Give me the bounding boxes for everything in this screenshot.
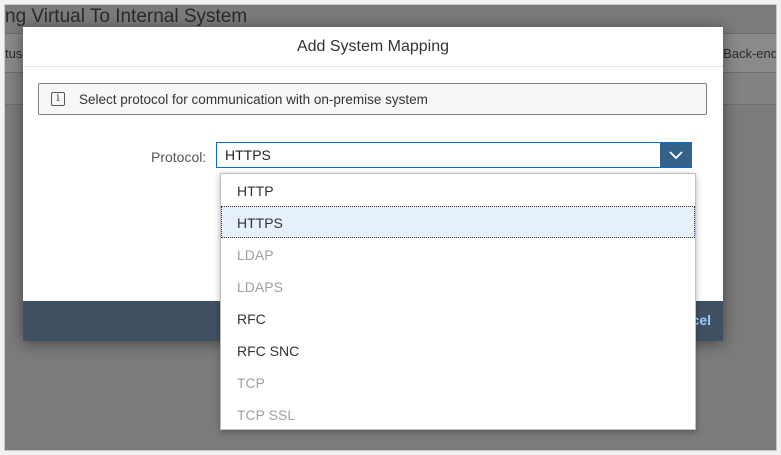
info-message-text: Select protocol for communication with o… — [79, 91, 428, 107]
background-column-status: tus — [5, 46, 23, 61]
protocol-selected-value: HTTPS — [225, 147, 271, 163]
info-icon: i — [51, 92, 65, 106]
dialog-title: Add System Mapping — [23, 27, 723, 67]
protocol-label: Protocol: — [151, 149, 207, 165]
info-message-strip: i Select protocol for communication with… — [38, 83, 707, 115]
protocol-dropdown-list: HTTP HTTPS LDAP LDAPS RFC RFC SNC TCP TC… — [220, 173, 696, 430]
dropdown-option-ldaps: LDAPS — [237, 279, 283, 295]
background-column-backend: Back-end — [723, 46, 777, 61]
dropdown-option-tcp: TCP — [237, 375, 265, 391]
chevron-down-icon[interactable] — [660, 143, 691, 167]
dropdown-option-https[interactable]: HTTPS — [221, 206, 695, 238]
dropdown-option-rfc[interactable]: RFC — [221, 302, 695, 334]
dropdown-option-http[interactable]: HTTP — [221, 174, 695, 206]
window-frame: ng Virtual To Internal System tus Back-e… — [4, 4, 777, 451]
protocol-select[interactable]: HTTPS — [216, 142, 692, 168]
dropdown-option-tcp-ssl: TCP SSL — [237, 407, 296, 423]
dropdown-option-rfc-snc[interactable]: RFC SNC — [221, 334, 695, 366]
dropdown-option-ldap: LDAP — [237, 247, 274, 263]
